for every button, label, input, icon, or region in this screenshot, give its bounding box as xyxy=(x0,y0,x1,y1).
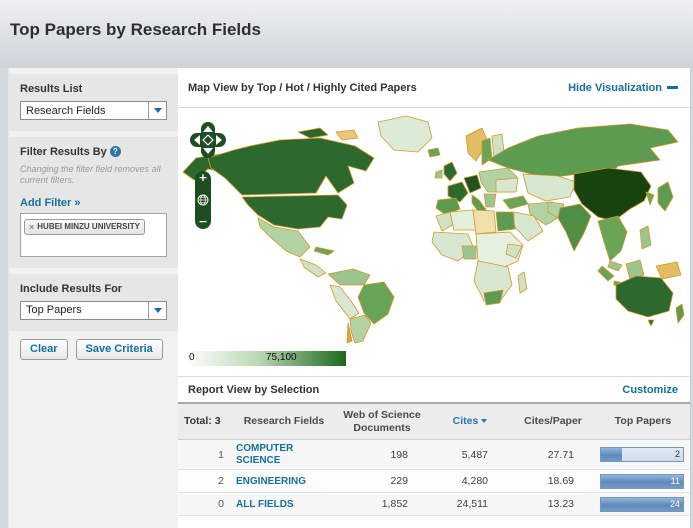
top-papers-value: 2 xyxy=(674,449,680,460)
field-link-computer-science[interactable]: COMPUTER SCIENCE xyxy=(236,443,332,466)
row-cites: 5,487 xyxy=(430,439,510,471)
zoom-out-button[interactable]: − xyxy=(198,216,207,227)
filter-tag[interactable]: × HUBEI MINZU UNIVERSITY xyxy=(24,218,145,235)
row-cites: 4,280 xyxy=(430,469,510,494)
filter-note: Changing the filter field removes all cu… xyxy=(20,164,161,186)
save-criteria-button[interactable]: Save Criteria xyxy=(75,338,163,360)
row-documents: 1,852 xyxy=(334,492,430,517)
table-row: 2 ENGINEERING 229 4,280 18.69 11 xyxy=(178,469,690,494)
legend-min-label: 0 xyxy=(189,352,195,363)
report-section-header: Report View by Selection Customize xyxy=(178,376,690,402)
chevron-down-icon[interactable] xyxy=(148,102,166,119)
column-header-research-fields: Research Fields xyxy=(234,402,334,441)
map-controls: + − xyxy=(188,120,228,229)
report-table: Total: 3 Research Fields Web of Science … xyxy=(178,402,690,517)
field-link-all-fields[interactable]: ALL FIELDS xyxy=(236,499,294,511)
table-header-row: Total: 3 Research Fields Web of Science … xyxy=(178,402,690,441)
filter-label: Filter Results By? xyxy=(20,146,167,158)
sidebar: Results List Research Fields Filter Resu… xyxy=(8,68,178,528)
minus-icon xyxy=(667,85,678,89)
table-row: 0 ALL FIELDS 1,852 24,511 13.23 24 xyxy=(178,492,690,517)
column-header-cites-per-paper: Cites/Paper xyxy=(510,402,596,441)
pan-control[interactable] xyxy=(188,120,228,160)
filter-tags-box: × HUBEI MINZU UNIVERSITY xyxy=(20,212,167,257)
row-cites: 24,511 xyxy=(430,492,510,517)
map-legend: 0 75,100 xyxy=(186,351,346,366)
choropleth-map-image xyxy=(182,115,685,344)
row-cites-per-paper: 27.71 xyxy=(510,439,596,471)
row-rank: 1 xyxy=(178,439,234,471)
row-documents: 229 xyxy=(334,469,430,494)
report-title: Report View by Selection xyxy=(188,383,320,396)
row-rank: 2 xyxy=(178,469,234,494)
legend-max-label: 75,100 xyxy=(266,352,297,363)
top-papers-value: 11 xyxy=(670,475,680,486)
help-icon[interactable]: ? xyxy=(109,146,121,157)
include-results-select[interactable]: Top Papers xyxy=(20,300,167,320)
map-title: Map View by Top / Hot / Highly Cited Pap… xyxy=(188,81,417,94)
top-papers-bar: 11 xyxy=(600,473,684,489)
page: Top Papers by Research Fields Results Li… xyxy=(0,0,693,528)
results-list-label: Results List xyxy=(20,83,83,95)
clear-button[interactable]: Clear xyxy=(20,338,68,360)
top-papers-bar: 24 xyxy=(600,496,684,512)
zoom-in-button[interactable]: + xyxy=(198,172,207,183)
results-list-selected-value: Research Fields xyxy=(26,104,106,117)
main-panel: Map View by Top / Hot / Highly Cited Pap… xyxy=(178,68,691,528)
column-header-cites[interactable]: Cites xyxy=(430,402,510,441)
hide-visualization-link[interactable]: Hide Visualization xyxy=(568,82,678,94)
row-rank: 0 xyxy=(178,492,234,517)
top-papers-value: 24 xyxy=(669,498,680,509)
row-cites-per-paper: 18.69 xyxy=(510,469,596,494)
page-title: Top Papers by Research Fields xyxy=(10,20,261,39)
add-filter-link[interactable]: Add Filter » xyxy=(20,197,81,209)
results-list-section: Results List Research Fields xyxy=(9,74,178,131)
include-results-label: Include Results For xyxy=(20,282,123,295)
zoom-control: + − xyxy=(195,171,211,229)
filter-tag-label: HUBEI MINZU UNIVERSITY xyxy=(37,222,140,231)
remove-filter-icon[interactable]: × xyxy=(29,222,34,232)
row-cites-per-paper: 13.23 xyxy=(510,492,596,517)
top-papers-bar: 2 xyxy=(600,447,684,463)
column-header-documents: Web of Science Documents xyxy=(334,402,430,441)
globe-icon[interactable] xyxy=(197,194,209,206)
filter-section: Filter Results By? Changing the filter f… xyxy=(9,137,178,268)
map-section-header: Map View by Top / Hot / Highly Cited Pap… xyxy=(178,68,690,108)
column-header-top-papers: Top Papers xyxy=(596,402,690,441)
page-header: Top Papers by Research Fields xyxy=(0,0,693,68)
table-row: 1 COMPUTER SCIENCE 198 5,487 27.71 2 xyxy=(178,439,690,471)
sort-descending-icon xyxy=(481,419,488,424)
field-link-engineering[interactable]: ENGINEERING xyxy=(236,476,306,488)
chevron-down-icon[interactable] xyxy=(148,301,166,319)
include-results-selected-value: Top Papers xyxy=(26,304,82,316)
world-map[interactable]: + − 0 75,100 xyxy=(178,108,690,376)
row-documents: 198 xyxy=(334,439,430,471)
include-results-section: Include Results For Top Papers xyxy=(9,273,178,331)
total-count-label: Total: 3 xyxy=(178,402,234,441)
sidebar-buttons: Clear Save Criteria xyxy=(20,338,178,360)
results-list-select[interactable]: Research Fields xyxy=(20,101,167,120)
customize-link[interactable]: Customize xyxy=(622,384,678,396)
